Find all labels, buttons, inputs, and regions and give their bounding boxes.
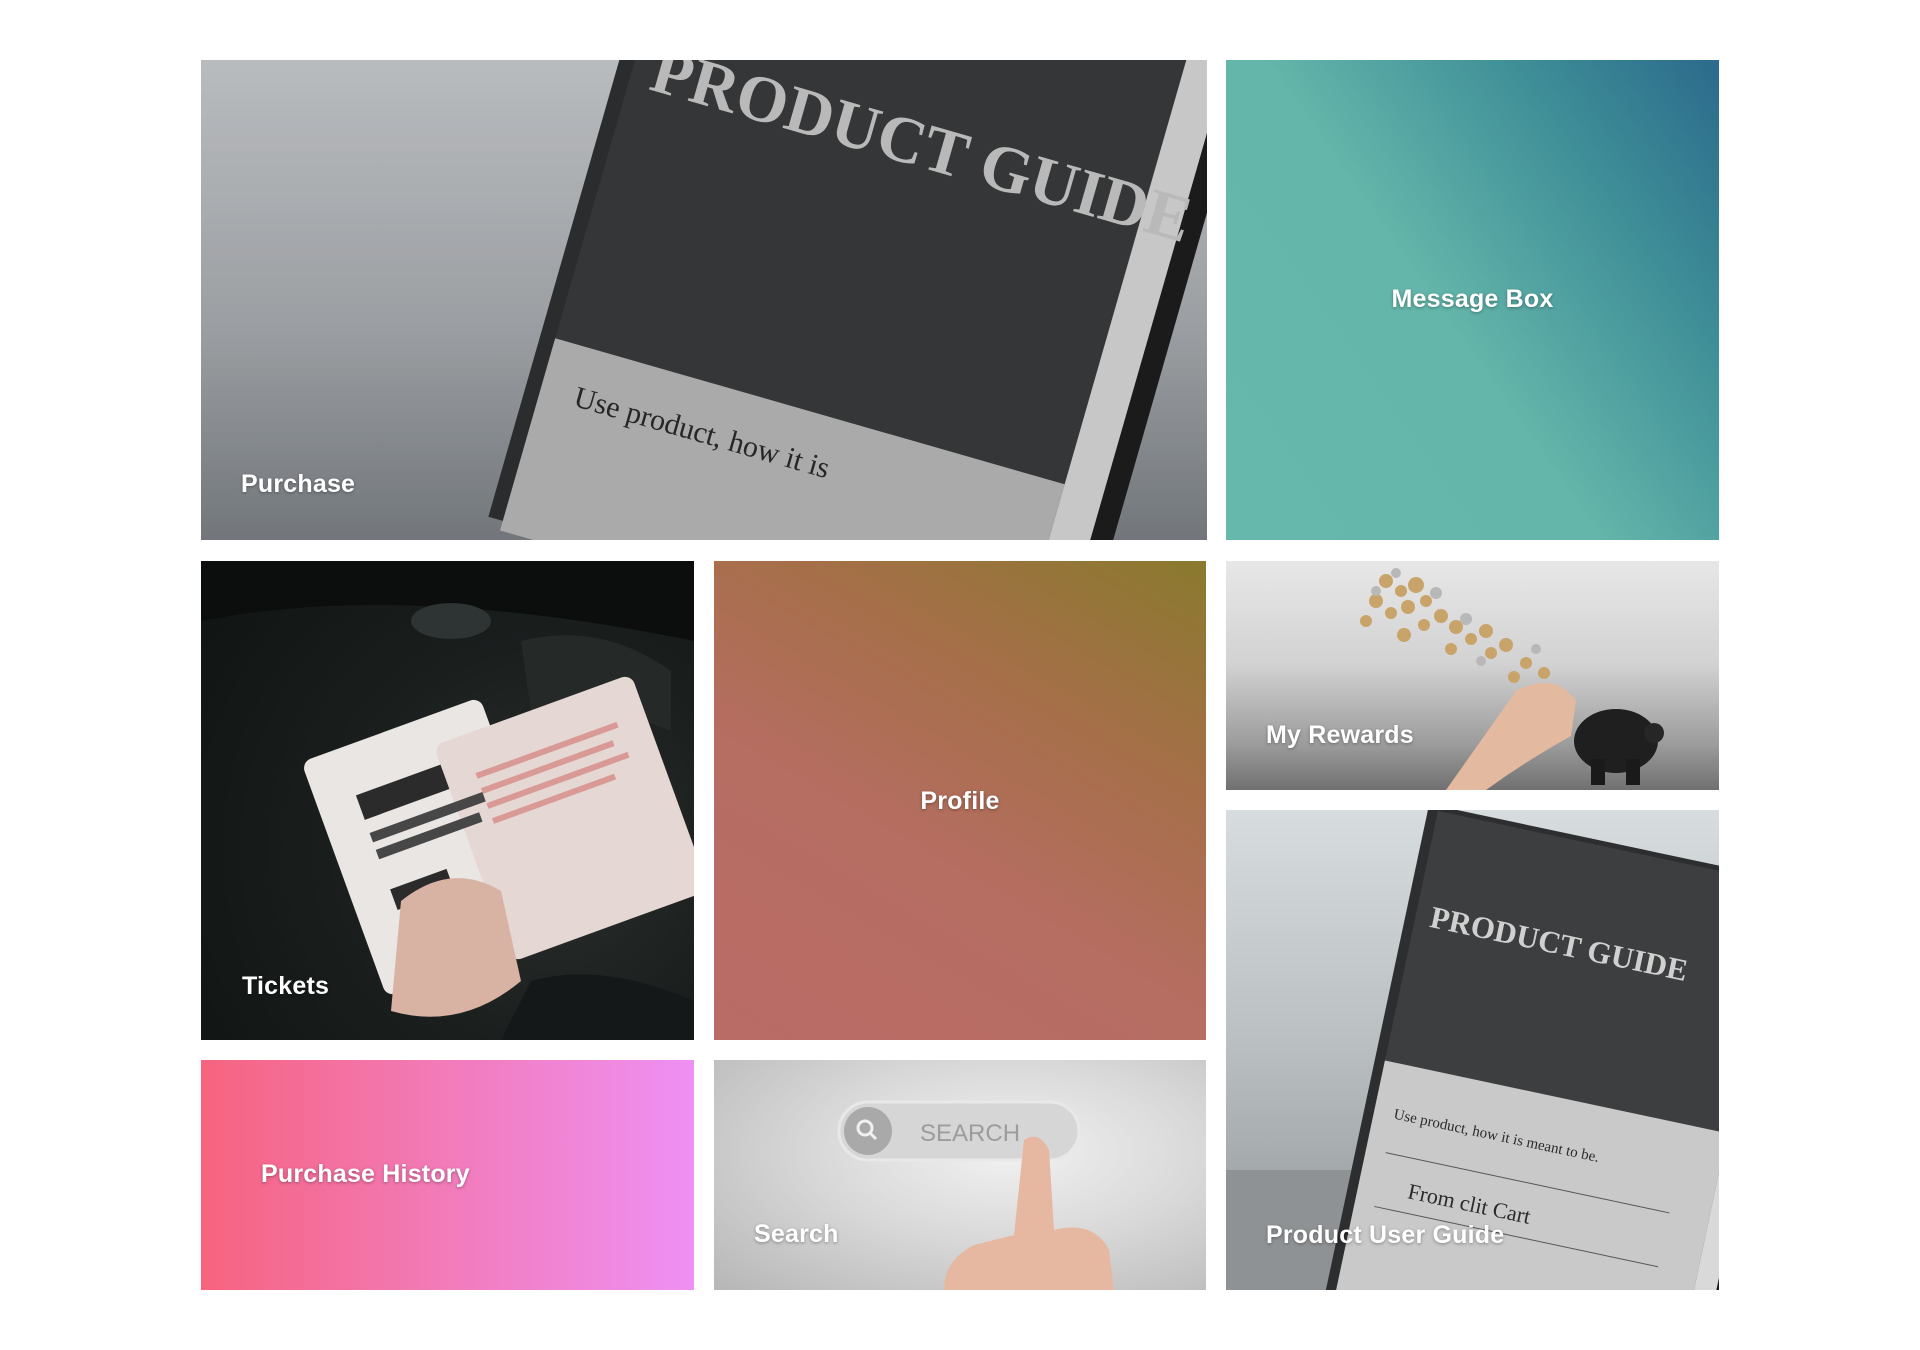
tile-label: Message Box [1391,285,1554,313]
tile-tickets[interactable]: Tickets [201,561,694,1040]
lottery-tickets-image [201,561,694,1040]
tile-label: Search [754,1220,839,1248]
product-guide-book-image: PRODUCT GUIDE Use product, how it is mea… [1226,810,1719,1290]
tile-label: Profile [920,787,1000,815]
tile-label: Purchase [241,470,356,498]
tile-my-rewards[interactable]: My Rewards [1226,561,1719,790]
search-placeholder-text: SEARCH [920,1120,1020,1147]
tile-label: Product User Guide [1266,1221,1505,1249]
tile-product-user-guide[interactable]: PRODUCT GUIDE Use product, how it is mea… [1226,810,1719,1290]
coins-piggy-bank-image [1360,568,1664,790]
product-guide-book-image: PRODUCT GUIDE Use product, how it is [201,60,1207,540]
tile-label: Tickets [242,972,330,1000]
tile-label: My Rewards [1266,721,1414,749]
tile-message-box[interactable]: Message Box [1226,60,1719,540]
search-bar-hand-image: SEARCH [837,1100,1114,1290]
tile-profile[interactable]: Profile [714,561,1206,1040]
tile-purchase-history[interactable]: Purchase History [201,1060,694,1290]
tile-search[interactable]: SEARCH Search [714,1060,1206,1290]
tile-label: Purchase History [261,1160,470,1188]
tile-purchase[interactable]: PRODUCT GUIDE Use product, how it is Pur… [201,60,1207,540]
